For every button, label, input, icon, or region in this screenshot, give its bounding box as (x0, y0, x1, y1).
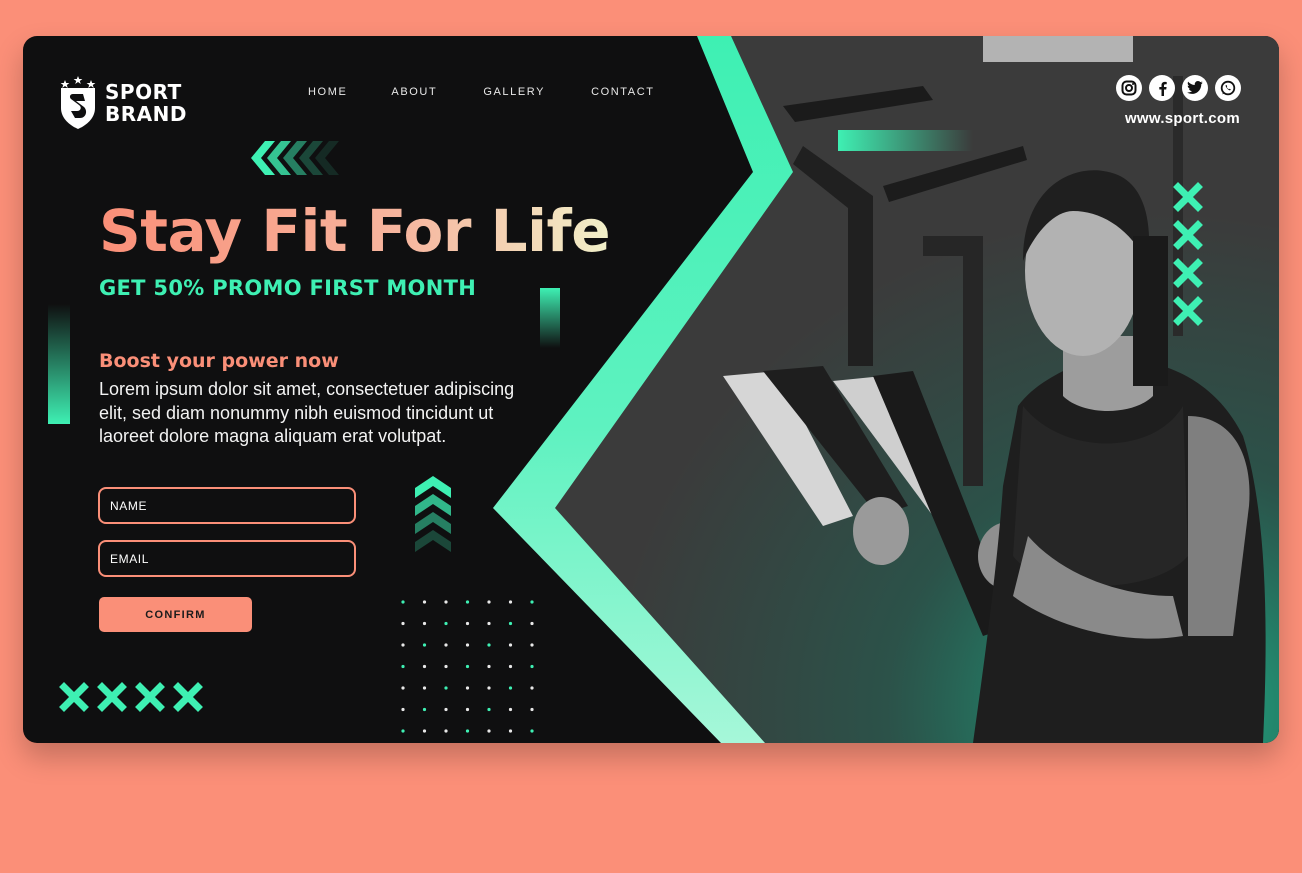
website-url[interactable]: www.sport.com (1125, 110, 1240, 127)
shield-logo-icon (60, 76, 96, 129)
name-input[interactable] (98, 487, 356, 524)
nav-gallery[interactable]: GALLERY (483, 86, 545, 98)
whatsapp-icon[interactable] (1215, 75, 1241, 101)
landing-card: SPORT BRAND HOME ABOUT GALLERY CONTACT w… (23, 36, 1279, 743)
promo-text: GET 50% PROMO FIRST MONTH (99, 276, 477, 300)
hero-body-text: Lorem ipsum dolor sit amet, consectetuer… (99, 379, 515, 446)
brand-name-line2: BRAND (105, 102, 187, 126)
brand-name-line1: SPORT (105, 80, 182, 104)
nav-contact[interactable]: CONTACT (591, 86, 655, 98)
hero-subheading: Boost your power now (99, 350, 339, 372)
nav-home[interactable]: HOME (308, 86, 347, 98)
brand-name: SPORT BRAND (105, 81, 187, 125)
social-links (1116, 75, 1241, 101)
instagram-icon[interactable] (1116, 75, 1142, 101)
confirm-button[interactable]: CONFIRM (99, 597, 252, 632)
nav-about[interactable]: ABOUT (391, 86, 437, 98)
hero-title: Stay Fit For Life (99, 197, 611, 265)
main-nav: HOME ABOUT GALLERY CONTACT (308, 86, 655, 98)
twitter-icon[interactable] (1182, 75, 1208, 101)
facebook-icon[interactable] (1149, 75, 1175, 101)
email-input[interactable] (98, 540, 356, 577)
brand-logo[interactable]: SPORT BRAND (59, 76, 187, 130)
